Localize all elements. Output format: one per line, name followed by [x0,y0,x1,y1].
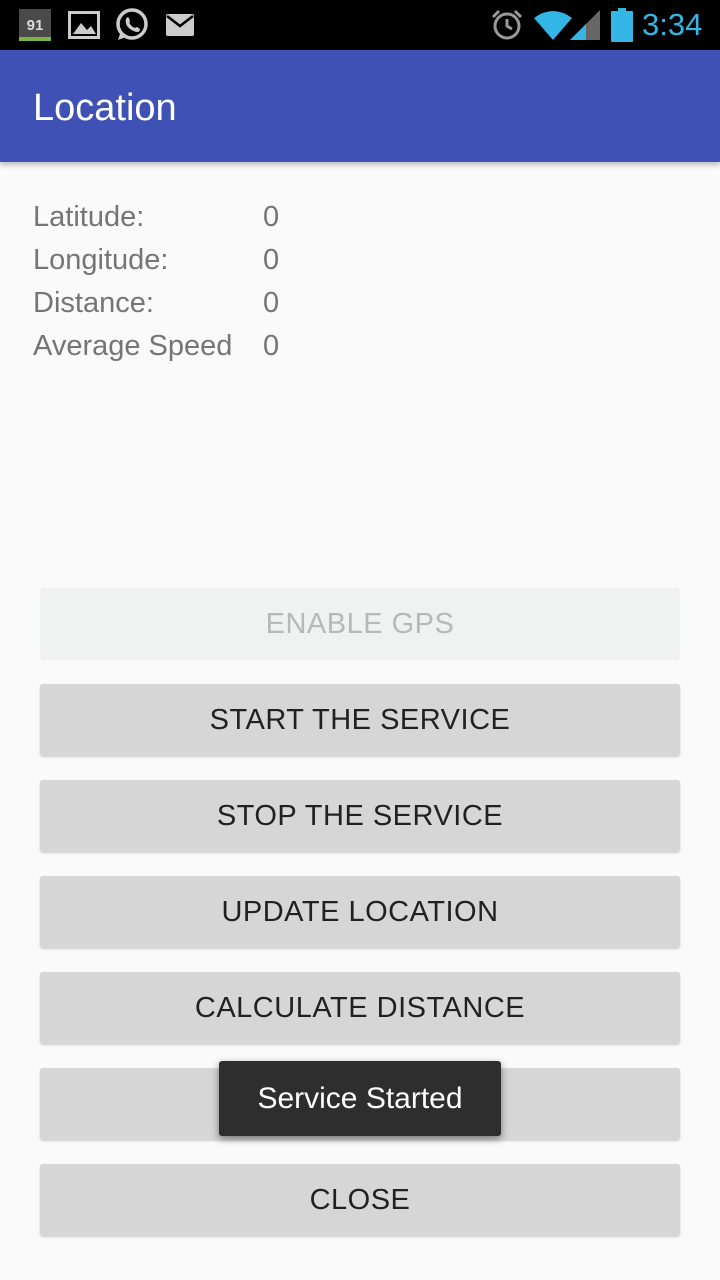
signal-icon [570,0,600,50]
status-bar: 91 3:34 [0,0,720,50]
app-title: Location [33,87,177,129]
gallery-icon [67,0,101,50]
notification-badge-icon: 91 [19,0,51,50]
wifi-icon [534,0,572,50]
mail-icon [165,0,195,50]
distance-label: Distance: [33,287,154,319]
clock: 3:34 [642,7,703,42]
calculate-distance-button[interactable]: CALCULATE DISTANCE [40,972,680,1044]
average-speed-label: Average Speed [33,330,233,362]
start-service-button[interactable]: START THE SERVICE [40,684,680,756]
update-location-button[interactable]: UPDATE LOCATION [40,876,680,948]
notification-badge-count: 91 [19,9,51,41]
latitude-label: Latitude: [33,201,145,233]
average-speed-value: 0 [263,330,280,362]
alarm-icon [490,0,524,50]
whatsapp-icon [114,0,150,50]
distance-value: 0 [263,287,280,319]
app-bar: Location [0,50,720,162]
toast-message: Service Started [219,1061,501,1136]
close-button[interactable]: CLOSE [40,1164,680,1236]
enable-gps-button[interactable]: ENABLE GPS [40,588,680,660]
battery-icon [610,0,634,50]
longitude-label: Longitude: [33,244,169,276]
latitude-value: 0 [263,201,280,233]
stop-service-button[interactable]: STOP THE SERVICE [40,780,680,852]
longitude-value: 0 [263,244,280,276]
